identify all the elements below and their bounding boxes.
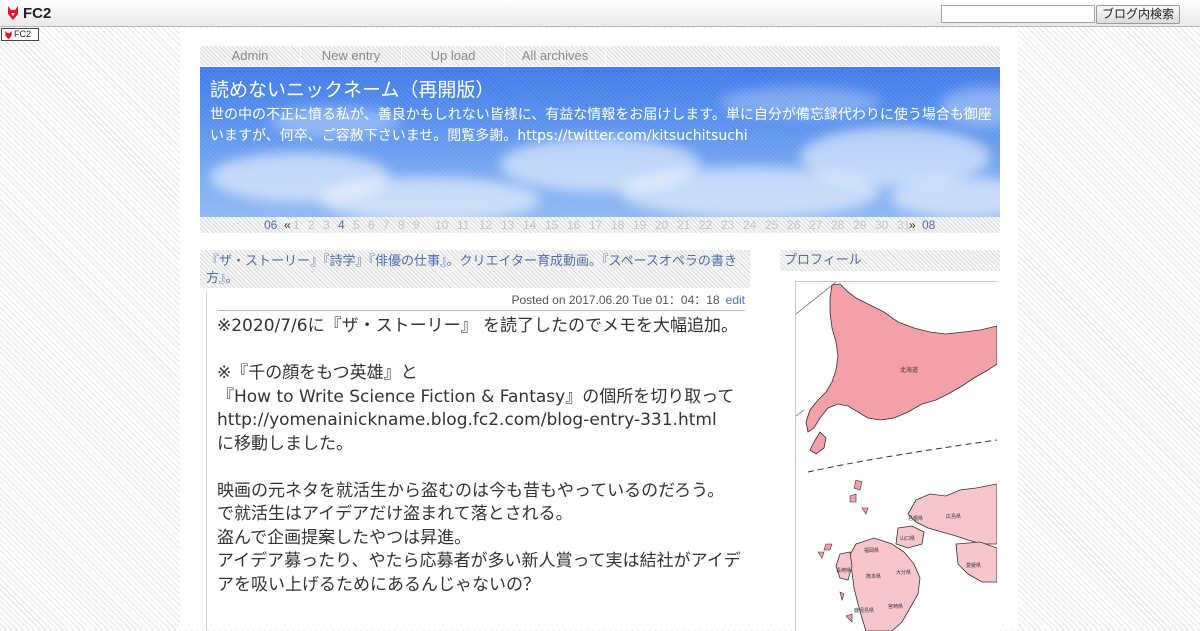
calendar-day-10: 10 [435,218,449,232]
entry-date: Posted on 2017.06.20 Tue 01：04：18 [511,293,720,307]
blog-search-input[interactable] [941,5,1095,23]
blog-title[interactable]: 読めないニックネーム（再開版） [210,75,494,102]
entry-text-line[interactable]: http://yomenainickname.blog.fc2.com/blog… [217,409,742,433]
calendar-next-month[interactable]: 08 [922,217,935,233]
entry-text-line: 映画の元ネタを就活生から盗むのは今も昔もやっているのだろう。 [217,480,725,501]
calendar-day-15: 15 [545,218,559,232]
blog-header: 読めないニックネーム（再開版） 世の中の不正に憤る私が、善良かもしれない皆様に、… [200,67,1000,217]
calendar-day-2: 2 [308,218,315,232]
nav-up-load[interactable]: Up load [402,46,505,66]
calendar-prev-arrow[interactable]: « [284,217,291,233]
nav-all-archives[interactable]: All archives [505,46,606,66]
calendar-day-16: 16 [567,218,581,232]
fc2-logo[interactable]: FC2 [6,4,51,22]
map-label-ehime: 愛媛県 [966,562,981,569]
entry-text-line: アイデア募ったり、やたら応募者が多い新人賞って実は結社がアイデアを吸い上げるため… [217,551,741,595]
calendar-day-4[interactable]: 4 [338,217,345,233]
map-label-hokkaido: 北海道 [900,366,918,374]
entry-text-line: 『How to Write Science Fiction & Fantasy』… [217,386,735,407]
calendar-day-17: 17 [589,218,603,232]
map-label-kumamoto: 熊本県 [866,573,881,580]
fc2-toolbar: FC2 ブログ内検索 [0,0,1200,27]
calendar-day-24: 24 [743,218,757,232]
map-label-miyazaki: 宮崎県 [888,603,903,610]
map-label-shimane: 島根県 [908,515,923,522]
fc2-fox-icon [6,5,20,21]
calendar-day-5: 5 [353,218,360,232]
calendar-next-arrow[interactable]: » [909,217,916,233]
fc2-badge[interactable]: FC2 [1,28,39,41]
calendar-day-14: 14 [523,218,537,232]
fc2-badge-text: FC2 [14,29,32,39]
calendar-day-30: 30 [875,218,889,232]
japan-map-image: 北海道 広島県 島根県 山口県 愛媛県 福岡県 大分県 熊本県 宮崎県 鹿児島県… [796,282,997,631]
sidebar-profile-title: プロフィール [780,250,1000,271]
entry-text-line: で就活生はアイデアだけ盗まれて落とされる。 [217,504,573,524]
calendar-day-28: 28 [831,218,845,232]
calendar-day-25: 25 [765,218,779,232]
blog-container: Admin New entry Up load All archives 読めな… [180,28,1018,631]
entry-text-line: に移動しました。 [217,433,353,454]
calendar-day-27: 27 [809,218,823,232]
calendar-day-22: 22 [699,218,713,232]
nav-admin[interactable]: Admin [200,46,301,66]
calendar-day-29: 29 [853,218,867,232]
calendar-day-1: 1 [293,218,300,232]
entry-paragraph-gap [217,456,742,480]
calendar-day-7: 7 [383,218,390,232]
nav-new-entry[interactable]: New entry [301,46,402,66]
blog-description: 世の中の不正に憤る私が、善良かもしれない皆様に、有益な情報をお届けします。単に自… [210,107,992,144]
entry-text-line: 盗んで企画提案したやつは昇進。 [217,527,472,548]
entry-text-line: ※2020/7/6に『ザ・ストーリー』 を読了したのでメモを大幅追加。 [217,316,738,336]
map-label-oita: 大分県 [896,569,911,576]
calendar-day-11: 11 [457,218,470,232]
map-label-hiroshima: 広島県 [946,513,961,520]
blog-navigation: Admin New entry Up load All archives [200,46,1000,66]
calendar-day-8: 8 [398,218,405,232]
entry-content: Posted on 2017.06.20 Tue 01：04：18 edit ※2… [206,291,745,631]
calendar-day-3: 3 [323,218,330,232]
map-label-fukuoka: 福岡県 [864,547,879,554]
map-label-yamaguchi: 山口県 [900,535,915,542]
calendar-day-9: 9 [413,218,420,232]
calendar-day-23: 23 [721,218,735,232]
calendar-day-20: 20 [655,218,669,232]
calendar-day-26: 26 [787,218,801,232]
fc2-fox-icon [4,25,13,44]
calendar-prev-month[interactable]: 06 [264,217,277,233]
entry-text-line: ※『千の顔をもつ英雄』と [217,363,418,383]
calendar-day-12: 12 [479,218,493,232]
entry-paragraph-gap [217,339,742,363]
map-label-kagoshima: 鹿児島県 [854,607,874,614]
calendar-day-18: 18 [611,218,625,232]
calendar-bar: 06 «1 2 3 4 5 6 7 8 9 10 11 12 13 14 15 16 17 18 19 20 21 22 23… [200,217,1000,233]
map-hokkaido [805,283,997,433]
blog-search-button[interactable]: ブログ内検索 [1096,5,1180,24]
fc2-logo-text: FC2 [23,4,52,22]
entry-title[interactable]: 『ザ・ストーリー』『詩学』『俳優の仕事』。クリエイター育成動画。『スペースオペラ… [200,250,750,288]
calendar-day-13: 13 [501,218,515,232]
profile-image: 北海道 広島県 島根県 山口県 愛媛県 福岡県 大分県 熊本県 宮崎県 鹿児島県… [795,281,997,631]
calendar-day-21: 21 [677,218,691,232]
calendar-day-19: 19 [633,218,647,232]
entry-body: ※2020/7/6に『ザ・ストーリー』 を読了したのでメモを大幅追加。 ※『千の顔… [217,315,742,597]
calendar-day-6: 6 [368,218,375,232]
map-label-nagasaki: 長崎県 [836,567,851,574]
entry-meta: Posted on 2017.06.20 Tue 01：04：18 edit [217,292,745,311]
entry-edit-link[interactable]: edit [726,293,745,307]
